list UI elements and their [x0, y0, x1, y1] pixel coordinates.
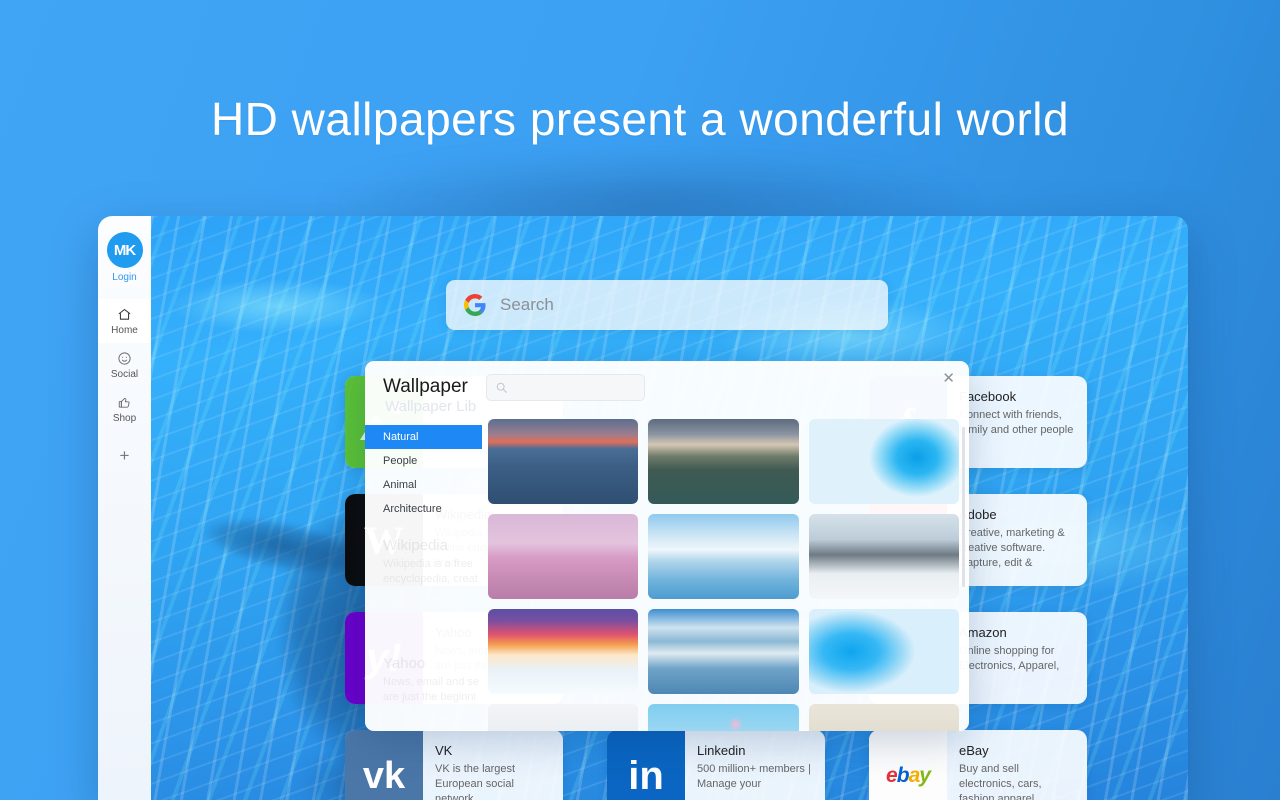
wallpaper-thumbnail-grid	[482, 419, 969, 731]
site-card-name: eBay	[959, 743, 989, 758]
site-card-desc: Online shopping for Electronics, Apparel…	[959, 645, 1060, 672]
ghost-card-title: Wikipedia	[383, 537, 449, 554]
wallpaper-thumb-colorful-sunset-pier[interactable]	[488, 609, 639, 694]
wallpaper-thumb-clouds-over-sea[interactable]	[648, 514, 799, 599]
site-card-name: Amazon	[959, 625, 1007, 640]
wallpaper-category-people[interactable]: People	[365, 449, 482, 473]
wallpaper-thumb-blue-ink-smoke[interactable]	[808, 419, 959, 504]
wallpaper-dialog: Wallpaper Lib Wallpaper ✕ Natural People…	[365, 361, 969, 731]
wallpaper-dialog-body: Natural People Animal Architecture Wikip…	[365, 419, 969, 731]
site-card-linkedin[interactable]: in Linkedin 500 million+ members | Manag…	[607, 730, 825, 800]
site-card-desc: Connect with friends, family and other p…	[959, 409, 1074, 436]
app-sidebar: MK Login Home Social Shop +	[98, 216, 151, 800]
site-card-ebay[interactable]: ebay eBay Buy and sell electronics, cars…	[869, 730, 1087, 800]
wallpaper-thumb-cloudy-sky-lake[interactable]	[648, 609, 799, 694]
site-card-vk[interactable]: vk VK VK is the largest European social …	[345, 730, 563, 800]
wallpaper-thumb-blue-ice-abstract[interactable]	[808, 609, 959, 694]
wallpaper-category-architecture[interactable]: Architecture	[365, 497, 482, 521]
wallpaper-thumb-white-snow-field[interactable]	[488, 704, 639, 731]
linkedin-icon: in	[607, 730, 685, 800]
site-card-desc: Creative, marketing & creative software.…	[959, 527, 1065, 569]
ghost-card-line: Wikipedia is a free	[383, 558, 473, 570]
wallpaper-category-list: Natural People Animal Architecture Wikip…	[365, 419, 482, 731]
wallpaper-category-animal[interactable]: Animal	[365, 473, 482, 497]
app-logo[interactable]: MK	[106, 232, 143, 268]
sidebar-item-home[interactable]: Home	[98, 299, 151, 343]
site-card-desc: Buy and sell electronics, cars, fashion …	[959, 763, 1042, 800]
close-icon[interactable]: ✕	[942, 371, 955, 386]
site-card-name: Facebook	[959, 389, 1017, 404]
sidebar-item-label: Social	[110, 369, 139, 380]
sidebar-item-shop[interactable]: Shop	[98, 387, 151, 431]
site-card-desc: VK is the largest European social networ…	[435, 763, 516, 800]
sidebar-item-label: Home	[111, 325, 138, 336]
ghost-card-wikipedia: Wikipedia Wikipedia is a free encycloped…	[365, 521, 482, 587]
site-card-name: VK	[435, 743, 453, 758]
home-icon	[117, 307, 132, 322]
wallpaper-thumb-snow-peak-in-clouds[interactable]	[808, 514, 959, 599]
wallpaper-thumb-pink-lake-rock[interactable]	[488, 514, 639, 599]
google-g-icon	[464, 294, 486, 316]
ghost-card-yahoo: Yahoo News, email and se are just the be…	[365, 639, 482, 705]
wallpaper-dialog-title: Wallpaper	[383, 376, 468, 397]
wallpaper-thumb-cherry-blossom[interactable]	[648, 704, 799, 731]
search-icon	[496, 382, 507, 393]
wallpaper-dialog-header: Wallpaper Lib Wallpaper ✕	[365, 361, 969, 419]
site-card-name: Adobe	[959, 507, 997, 522]
wallpaper-dialog-subtitle: Wallpaper Lib	[385, 398, 477, 415]
site-card-desc: 500 million+ members | Manage your	[697, 763, 811, 790]
wallpaper-thumb-sand-texture[interactable]	[808, 704, 959, 731]
wallpaper-thumb-lake-mountain-sunrise[interactable]	[648, 419, 799, 504]
sidebar-item-label: Shop	[112, 413, 137, 424]
ghost-card-line: News, email and se	[383, 676, 479, 688]
vk-icon: vk	[345, 730, 423, 800]
google-search-bar[interactable]: Search	[446, 280, 888, 330]
wallpaper-scrollbar[interactable]	[962, 427, 965, 587]
ghost-card-line: encyclopedia, creat	[383, 573, 478, 585]
wallpaper-category-natural[interactable]: Natural	[365, 425, 482, 449]
wallpaper-search-input[interactable]	[486, 374, 645, 401]
thumbs-up-icon	[117, 395, 132, 410]
browser-window: W Wikipedia Wikipedia is a free online e…	[98, 216, 1188, 800]
page-title: HD wallpapers present a wonderful world	[210, 93, 1070, 145]
ghost-card-title: Yahoo	[383, 655, 426, 672]
wallpaper-thumb-snowy-mountain-sunset[interactable]	[488, 419, 639, 504]
search-input[interactable]: Search	[500, 295, 554, 315]
smiley-icon	[117, 351, 132, 366]
site-card-name: Linkedin	[697, 743, 746, 758]
sidebar-item-social[interactable]: Social	[98, 343, 151, 387]
add-shortcut-button[interactable]: +	[120, 447, 130, 464]
ghost-card-line: are just the beginni	[383, 691, 476, 703]
ebay-icon: ebay	[869, 730, 947, 800]
login-link[interactable]: Login	[112, 272, 136, 283]
